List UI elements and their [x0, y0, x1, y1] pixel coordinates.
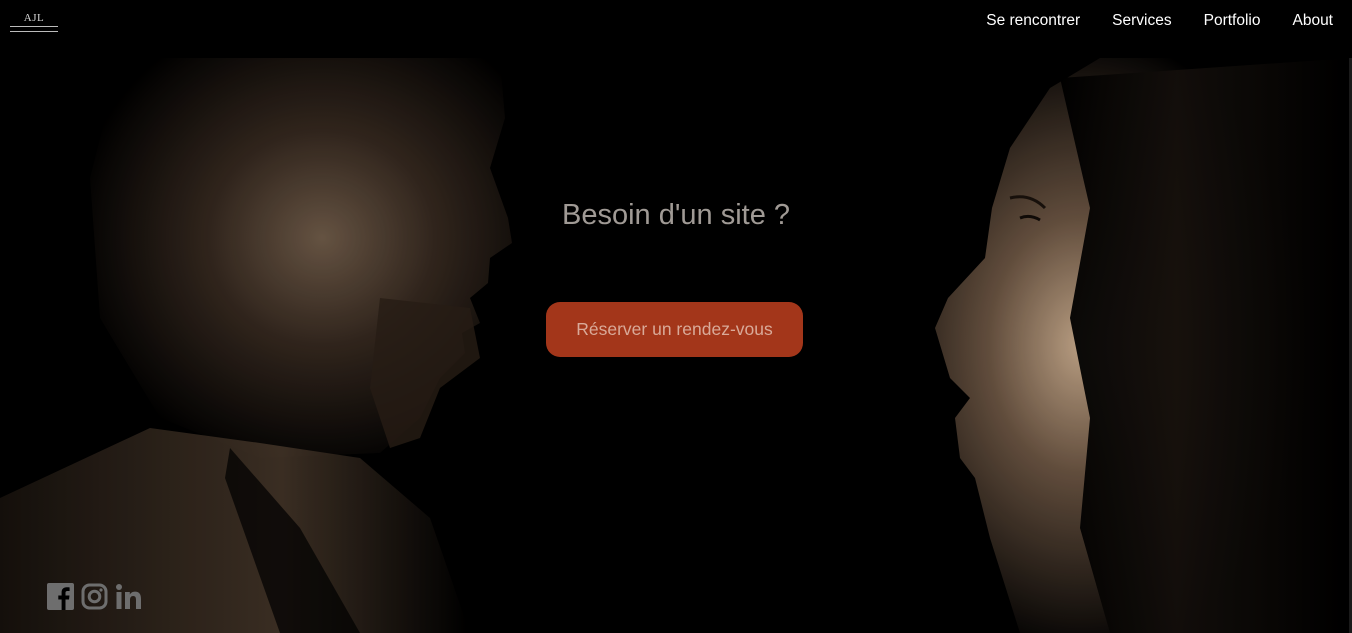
hero-headline: Besoin d'un site ?: [561, 199, 791, 231]
linkedin-icon[interactable]: [115, 583, 142, 610]
social-links: [47, 583, 142, 610]
instagram-icon[interactable]: [81, 583, 108, 610]
site-header: AJL Se rencontrer Services Portfolio Abo…: [0, 0, 1352, 58]
nav-link-se-rencontrer[interactable]: Se rencontrer: [986, 12, 1080, 30]
nav-link-about[interactable]: About: [1292, 12, 1333, 30]
book-appointment-button[interactable]: Réserver un rendez-vous: [546, 302, 803, 357]
page: AJL Se rencontrer Services Portfolio Abo…: [0, 0, 1352, 633]
nav-link-portfolio[interactable]: Portfolio: [1204, 12, 1261, 30]
logo[interactable]: AJL: [10, 12, 58, 32]
nav-link-services[interactable]: Services: [1112, 12, 1171, 30]
main-nav: Se rencontrer Services Portfolio About: [986, 12, 1333, 30]
facebook-icon[interactable]: [47, 583, 74, 610]
logo-underline: [10, 26, 58, 32]
logo-text: AJL: [23, 12, 45, 24]
hero-section: Besoin d'un site ? Réserver un rendez-vo…: [0, 58, 1352, 633]
